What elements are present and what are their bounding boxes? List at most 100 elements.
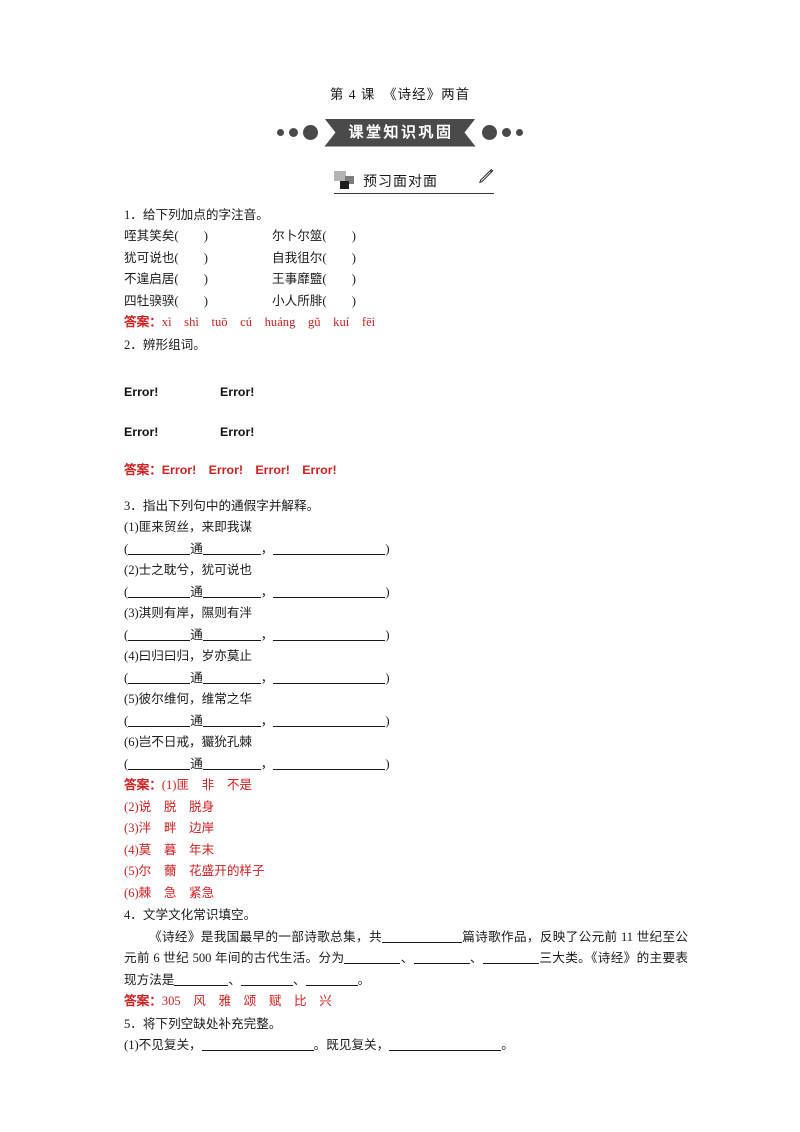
q2-cell[interactable]: Error! [220,372,316,412]
question-4-text: 《诗经》是我国最早的一部诗歌总集，共 篇诗歌作品，反映了公元前 11 世纪至公元前… [124,927,688,992]
q2-row: Error! Error! [124,372,688,412]
q2-cell[interactable]: Error! [124,372,220,412]
q1-item[interactable]: 不遑启居( ) [124,269,272,291]
q3-blank-field[interactable] [128,639,191,641]
q4-text-part: 、 [400,951,414,965]
banner-dots-right [481,125,523,140]
banner-dots-left [277,125,319,140]
q5-text-part: 。 [501,1038,514,1052]
q2-row: Error! Error! [124,412,688,452]
q5-text-part: (1)不见复关， [124,1038,202,1052]
q3-blank-field[interactable] [273,768,386,770]
q4-text-part: 、 [292,972,306,987]
subsection-heading: 预习面对面 [334,168,494,194]
q4-text-part: 。 [357,972,371,987]
question-3-answer: (2)说 脱 脱身 [124,799,215,814]
q3-sentence: (6)岂不日戒，玁狁孔棘 [124,735,253,749]
q3-sentence: (5)彼尔维何，维常之华 [124,692,253,706]
q3-blank-field[interactable] [273,725,386,727]
q3-blank-row: (通，) [124,541,390,556]
q3-blank-field[interactable] [128,553,191,555]
q2-cell[interactable]: Error! [220,412,316,452]
answer-label: 答案： [124,778,162,792]
q3-blank-word: 通 [190,756,203,771]
q4-blank-field[interactable] [174,984,229,986]
question-5-title: 5．将下列空缺处补充完整。 [124,1016,282,1031]
pencil-icon [477,168,494,190]
q4-blank-field[interactable] [482,963,539,964]
q1-item[interactable]: 尔卜尔筮( ) [272,226,432,248]
q3-sentence: (1)匪来贸丝，来即我谋 [124,520,253,534]
q1-item[interactable]: 咥其笑矣( ) [124,226,272,248]
q3-blank-field[interactable] [202,596,261,598]
q3-blank-field[interactable] [202,768,261,770]
answer-label: 答案： [124,994,162,1008]
q4-text-part: 《诗经》是我国最早的一部诗歌总集，共 [149,929,382,944]
q5-text-part: 。既见复关， [313,1038,390,1052]
q1-item[interactable]: 犹可说也( ) [124,248,272,270]
q3-blank-field[interactable] [273,682,386,684]
q3-blank-row: (通，) [124,756,390,771]
q3-sentence: (3)淇则有岸，隰则有泮 [124,606,253,620]
q3-blank-field[interactable] [128,768,191,770]
q3-blank-field[interactable] [273,639,386,641]
answer-text: Error! Error! Error! Error! [161,463,337,477]
dot-icon [277,129,285,136]
answer-label: 答案： [124,315,162,329]
section-banner: 课堂知识巩固 [0,116,800,150]
q3-blank-word: 通 [190,541,203,556]
q2-cell[interactable]: Error! [124,412,220,452]
dot-icon [289,128,299,137]
q3-blank-field[interactable] [202,553,261,555]
q3-blank-field[interactable] [202,725,261,727]
q1-item[interactable]: 自我徂尔( ) [272,248,432,270]
dot-icon [303,125,319,140]
question-1-title: 1．给下列加点的字注音。 [124,207,269,222]
q3-sentence: (4)曰归曰归，岁亦莫止 [124,649,253,663]
q4-blank-field[interactable] [305,984,358,986]
q4-blank-field[interactable] [240,984,293,986]
q4-blank-field[interactable] [381,941,462,943]
q2-grid: Error! Error! Error! Error! [124,372,688,452]
q5-blank-field[interactable] [201,1050,314,1051]
question-3-title: 3．指出下列句中的通假字并解释。 [124,498,320,513]
question-3-answer: (6)棘 急 紧急 [124,885,215,900]
subsection-heading-label: 预习面对面 [363,174,438,190]
q4-blank-field[interactable] [413,963,470,964]
q3-blank-field[interactable] [128,596,191,598]
q5-blank-field[interactable] [389,1050,502,1051]
q1-item[interactable]: 小人所腓( ) [272,291,432,313]
q3-blank-field[interactable] [202,639,261,641]
q3-blank-field[interactable] [128,725,191,727]
q3-blank-word: 通 [190,713,203,728]
dot-icon [501,128,511,137]
question-3-answer: 答案：(1)匪 非 不是 [124,775,688,797]
answer-text: (1)匪 非 不是 [161,778,253,792]
banner-label: 课堂知识巩固 [324,119,475,147]
q3-blank-field[interactable] [128,682,191,684]
page-title: 第 4 课 《诗经》两首 [329,87,471,102]
q3-blank-field[interactable] [273,553,386,555]
q1-item[interactable]: 王事靡盬( ) [272,269,432,291]
q3-blank-field[interactable] [273,596,386,598]
q3-blank-word: 通 [190,627,203,642]
answer-text: 305 风 雅 颂 赋 比 兴 [161,994,332,1008]
question-4-answer: 答案：305 风 雅 颂 赋 比 兴 [124,991,688,1013]
q1-row: 四牡骙骙( ) 小人所腓( ) [124,291,688,313]
q3-blank-field[interactable] [202,682,261,684]
q4-blank-field[interactable] [344,963,401,964]
q1-item[interactable]: 四牡骙骙( ) [124,291,272,313]
q3-blank-row: (通，) [124,584,390,599]
q3-sentence: (2)士之耽兮，犹可说也 [124,563,253,577]
q3-blank-row: (通，) [124,713,390,728]
stacked-squares-icon [334,170,356,190]
q4-text-part: 、 [228,972,241,987]
worksheet-page: 第 4 课 《诗经》两首 课堂知识巩固 预习面对面 1．给下列加点的字注音。 咥… [0,0,800,1132]
q1-row: 咥其笑矣( ) 尔卜尔筮( ) [124,226,688,248]
question-4-title: 4．文学文化常识填空。 [124,908,257,922]
q1-row: 犹可说也( ) 自我徂尔( ) [124,248,688,270]
question-5-item: (1)不见复关， 。既见复关， 。 [124,1035,688,1057]
question-2-title: 2．辨形组词。 [124,337,206,352]
q4-text-part: 、 [469,951,483,965]
answer-label: 答案： [124,463,162,477]
